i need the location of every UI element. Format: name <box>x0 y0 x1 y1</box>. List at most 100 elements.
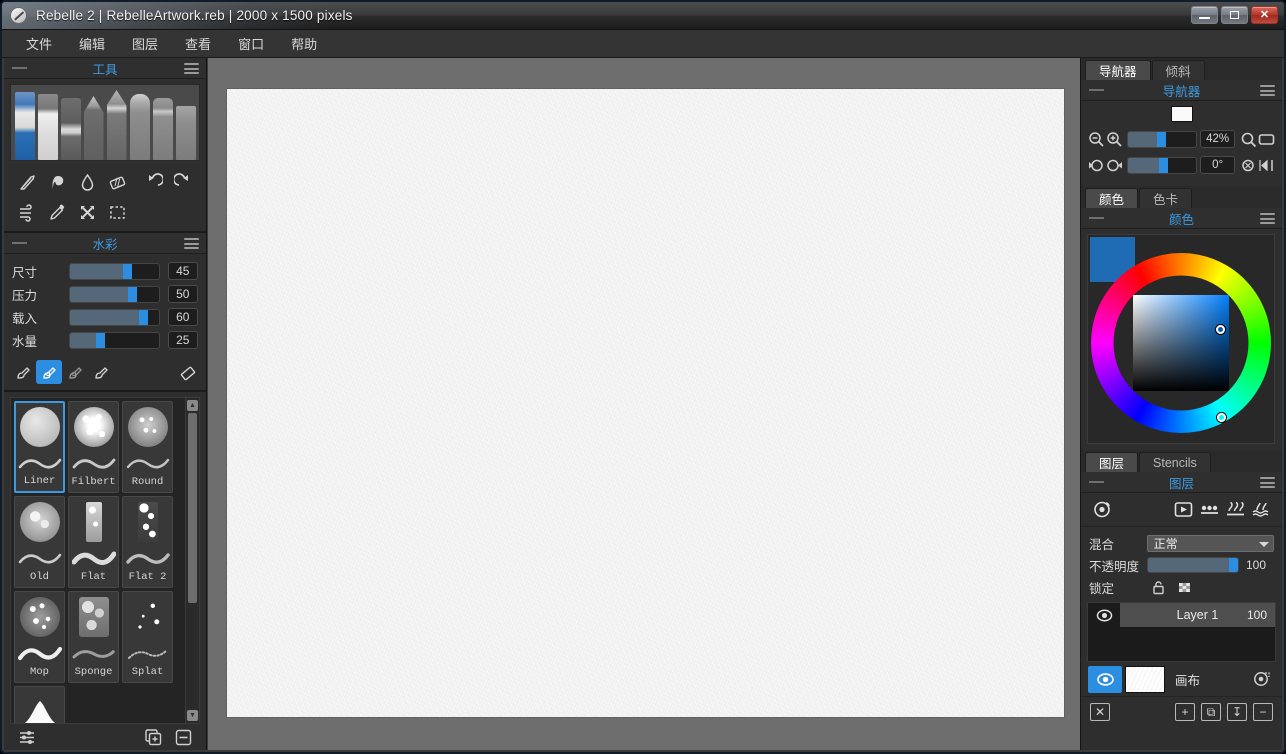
tool-pastel[interactable] <box>129 90 150 160</box>
menu-view[interactable]: 查看 <box>173 31 223 56</box>
pressure-value[interactable]: 50 <box>167 285 198 303</box>
water-slider[interactable] <box>68 331 160 349</box>
move-icon[interactable] <box>72 198 102 226</box>
brush-preset-sponge[interactable]: Sponge <box>68 591 119 683</box>
panel-menu-icon[interactable] <box>1260 477 1275 488</box>
fit-screen-icon[interactable] <box>1258 129 1276 149</box>
close-button[interactable]: ✕ <box>1251 6 1278 24</box>
hue-picker-handle[interactable] <box>1217 413 1226 422</box>
panel-menu-icon[interactable] <box>1260 213 1275 224</box>
tool-pen[interactable] <box>106 90 127 160</box>
palette-knife-icon[interactable] <box>12 168 42 196</box>
collapse-icon[interactable] <box>1089 89 1104 91</box>
menu-window[interactable]: 窗口 <box>226 31 276 56</box>
lock-transparency-icon[interactable] <box>1173 577 1195 597</box>
brush-presets-scrollbar[interactable]: ▲ ▼ <box>185 398 199 723</box>
canvas-layer-row[interactable]: 画布 <box>1081 662 1282 696</box>
layer-name-cell[interactable]: Layer 1 100 <box>1120 603 1275 627</box>
panel-menu-icon[interactable] <box>184 238 199 249</box>
rotation-slider[interactable] <box>1126 156 1197 174</box>
clear-layer-button[interactable]: ✕ <box>1090 702 1110 721</box>
brush-preset-round[interactable]: Round <box>122 401 173 493</box>
sv-picker-handle[interactable] <box>1216 325 1225 334</box>
brush-preset-flat[interactable]: Flat <box>68 496 119 588</box>
select-icon[interactable] <box>102 198 132 226</box>
scroll-up-button[interactable]: ▲ <box>187 400 198 411</box>
tool-airbrush[interactable] <box>152 90 173 160</box>
menu-help[interactable]: 帮助 <box>279 31 329 56</box>
menu-edit[interactable]: 编辑 <box>67 31 117 56</box>
pressure-slider[interactable] <box>68 285 160 303</box>
zoom-in-icon[interactable] <box>1105 129 1123 149</box>
duplicate-brush-icon[interactable] <box>138 723 168 751</box>
brush-preset-mop[interactable]: Mop <box>14 591 65 683</box>
tab-layers[interactable]: 图层 <box>1085 452 1139 472</box>
menu-layer[interactable]: 图层 <box>120 31 170 56</box>
tool-ink-pen[interactable] <box>175 90 196 160</box>
water-flow-icon[interactable] <box>1248 497 1274 523</box>
color-wheel[interactable] <box>1087 234 1275 444</box>
tab-swatches[interactable]: 色卡 <box>1139 188 1193 208</box>
layer-visibility-icon[interactable] <box>1088 603 1120 627</box>
zoom-fit-icon[interactable] <box>1239 129 1257 149</box>
brush-type-2-icon[interactable] <box>36 360 62 384</box>
load-slider[interactable] <box>68 308 160 326</box>
lock-icon[interactable] <box>1147 577 1169 597</box>
reset-rotation-icon[interactable] <box>1239 155 1257 175</box>
zoom-value[interactable]: 42% <box>1200 130 1236 148</box>
collapse-icon[interactable] <box>1089 217 1104 219</box>
menu-file[interactable]: 文件 <box>14 31 64 56</box>
tool-dry-brush[interactable] <box>37 90 58 160</box>
blow-icon[interactable] <box>12 198 42 226</box>
undo-icon[interactable] <box>138 168 168 196</box>
tool-marker[interactable] <box>60 90 81 160</box>
preview-visibility-icon[interactable] <box>1089 497 1115 523</box>
tool-pencil[interactable] <box>83 90 104 160</box>
layer-opacity-slider[interactable] <box>1147 557 1239 573</box>
tool-watercolor-brush[interactable] <box>14 90 35 160</box>
panel-menu-icon[interactable] <box>1260 85 1275 96</box>
rotation-value[interactable]: 0° <box>1200 156 1236 174</box>
brush-preset-liner[interactable]: Liner <box>14 401 65 493</box>
eraser-tool-icon[interactable] <box>174 360 200 384</box>
rotate-right-icon[interactable] <box>1105 155 1123 175</box>
canvas-settings-icon[interactable] <box>1249 666 1275 692</box>
panel-menu-icon[interactable] <box>184 63 199 74</box>
brush-preset-filbert[interactable]: Filbert <box>68 401 119 493</box>
brush-preset-partial[interactable] <box>14 686 65 723</box>
water-value[interactable]: 25 <box>167 331 198 349</box>
eraser-icon[interactable] <box>102 168 132 196</box>
opacity-value[interactable]: 100 <box>1246 558 1266 572</box>
size-slider[interactable] <box>68 262 160 280</box>
merge-layer-button[interactable]: ↧ <box>1227 702 1247 721</box>
play-icon[interactable] <box>1170 497 1196 523</box>
redo-icon[interactable] <box>168 168 198 196</box>
brush-preset-old[interactable]: Old <box>14 496 65 588</box>
zoom-out-icon[interactable] <box>1087 129 1105 149</box>
canvas-visibility-icon[interactable] <box>1088 665 1122 693</box>
smudge-icon[interactable] <box>42 168 72 196</box>
zoom-slider[interactable] <box>1126 130 1197 148</box>
layer-row[interactable]: Layer 1 100 <box>1088 603 1275 627</box>
sliders-icon[interactable] <box>12 723 42 751</box>
wet-drops-icon[interactable] <box>1196 497 1222 523</box>
water-drop-icon[interactable] <box>72 168 102 196</box>
flip-icon[interactable] <box>1258 155 1276 175</box>
add-layer-button[interactable]: + <box>1175 702 1195 721</box>
collapse-icon[interactable] <box>12 67 27 69</box>
tab-tilt[interactable]: 倾斜 <box>1151 60 1205 80</box>
delete-layer-button[interactable]: − <box>1253 702 1273 721</box>
canvas-paper[interactable] <box>227 89 1064 717</box>
tab-navigator[interactable]: 导航器 <box>1085 60 1151 80</box>
brush-preset-flat-2[interactable]: Flat 2 <box>122 496 173 588</box>
collapse-icon[interactable] <box>12 242 27 244</box>
scrollbar-thumb[interactable] <box>188 413 197 603</box>
eyedropper-icon[interactable] <box>42 198 72 226</box>
brush-type-1-icon[interactable] <box>10 360 36 384</box>
canvas-thumbnail[interactable] <box>1125 665 1165 693</box>
scroll-down-button[interactable]: ▼ <box>187 710 198 721</box>
saturation-value-square[interactable] <box>1133 295 1229 391</box>
load-value[interactable]: 60 <box>167 308 198 326</box>
tab-stencils[interactable]: Stencils <box>1139 452 1211 472</box>
delete-brush-icon[interactable] <box>168 723 198 751</box>
